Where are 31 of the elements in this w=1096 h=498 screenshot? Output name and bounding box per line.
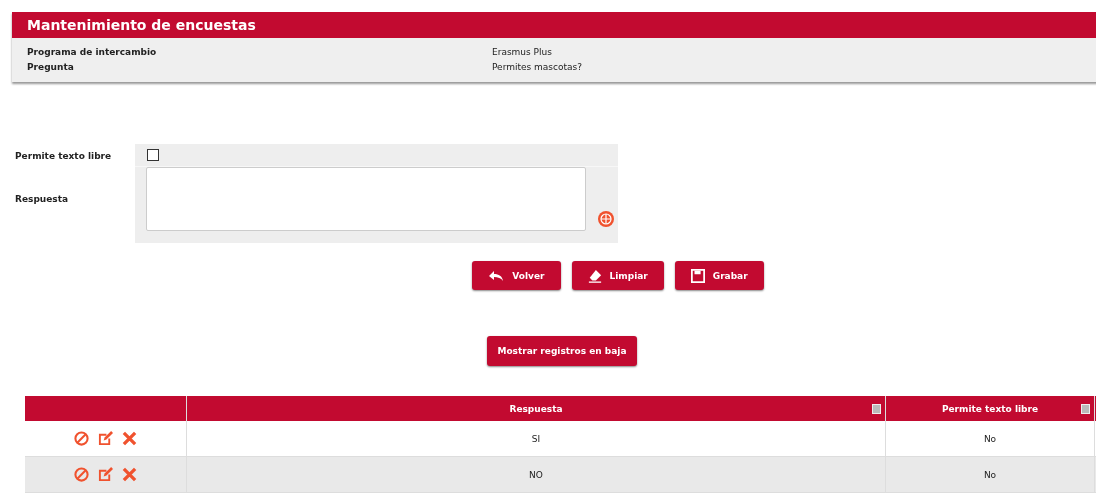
table-cell: NO [187, 457, 886, 492]
undo-icon [488, 269, 505, 282]
eraser-icon [587, 268, 602, 283]
edit-icon[interactable] [98, 467, 113, 482]
field-label: Pregunta [27, 61, 75, 72]
globe-icon[interactable] [598, 211, 614, 227]
back-button[interactable]: Volver [472, 261, 561, 290]
delete-icon[interactable] [122, 431, 137, 446]
edit-icon[interactable] [98, 431, 113, 446]
clear-button[interactable]: Limpiar [571, 261, 664, 290]
show-deleted-button[interactable]: Mostrar registros en baja [487, 336, 637, 366]
field-label: Programa de intercambio [27, 46, 158, 57]
sort-icon[interactable] [872, 404, 881, 414]
panel-title: Mantenimiento de encuestas [27, 17, 256, 33]
field-value: Permites mascotas? [492, 61, 582, 72]
save-button[interactable]: Grabar [674, 261, 764, 290]
column-header[interactable]: Permite texto libre [941, 403, 1039, 414]
floppy-icon [690, 268, 705, 283]
checkbox[interactable] [147, 149, 159, 161]
table-cell: No [886, 457, 1095, 492]
disable-icon[interactable] [74, 467, 89, 482]
disable-icon[interactable] [74, 431, 89, 446]
field-label: Respuesta [15, 194, 70, 204]
field-label: Permite texto libre [15, 151, 113, 161]
table-cell: SI [187, 421, 886, 456]
field-value: Erasmus Plus [492, 46, 552, 57]
table-cell: No [886, 421, 1095, 456]
answer-textarea[interactable] [146, 167, 586, 231]
delete-icon[interactable] [122, 467, 137, 482]
sort-icon[interactable] [1081, 404, 1090, 414]
column-header[interactable]: Respuesta [509, 403, 563, 414]
